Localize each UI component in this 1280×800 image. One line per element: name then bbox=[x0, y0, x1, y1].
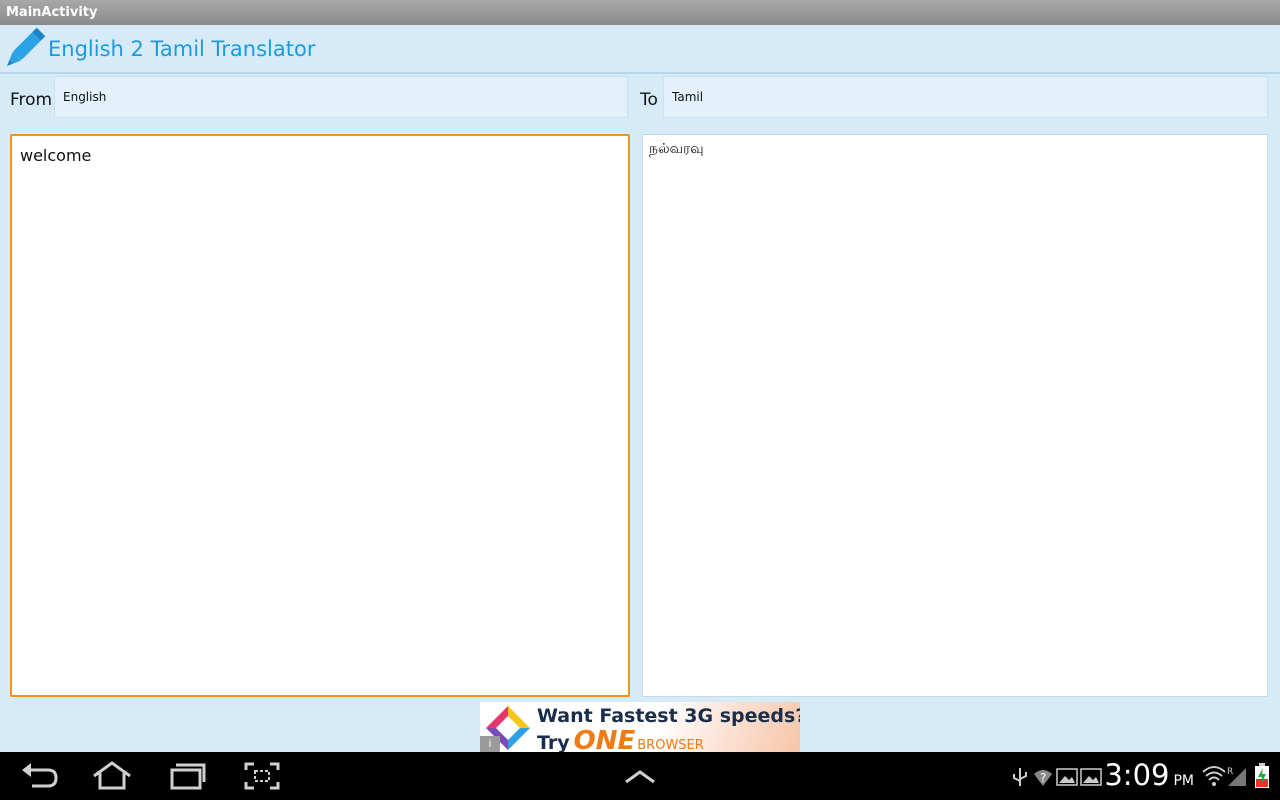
clock-ampm: PM bbox=[1173, 773, 1194, 789]
home-icon[interactable] bbox=[90, 760, 134, 792]
gallery-icon bbox=[1080, 768, 1102, 786]
source-text-input[interactable]: welcome bbox=[10, 134, 630, 697]
app-title: English 2 Tamil Translator bbox=[48, 36, 316, 61]
recent-apps-icon[interactable] bbox=[166, 760, 210, 792]
to-language-spinner[interactable]: Tamil bbox=[663, 76, 1268, 118]
window-title: MainActivity bbox=[0, 0, 1280, 25]
screenshot-icon[interactable] bbox=[240, 760, 284, 792]
ad-banner[interactable]: Want Fastest 3G speeds? Try ONE BROWSER i bbox=[480, 702, 800, 752]
cell-signal-icon: R bbox=[1227, 767, 1246, 786]
svg-text:R: R bbox=[1227, 767, 1233, 777]
wifi-unknown-icon: ? bbox=[1034, 770, 1052, 786]
gallery-icon bbox=[1056, 768, 1078, 786]
back-icon[interactable] bbox=[18, 760, 62, 792]
from-language-spinner[interactable]: English bbox=[54, 76, 628, 118]
wifi-signal-icon bbox=[1202, 766, 1226, 786]
ad-try-text: Try bbox=[537, 732, 570, 752]
ad-one-text: ONE bbox=[573, 726, 636, 752]
clock-time: 3:09 bbox=[1104, 758, 1170, 792]
svg-text:?: ? bbox=[1040, 771, 1046, 785]
ad-headline: Want Fastest 3G speeds? bbox=[537, 705, 800, 727]
system-nav-bar: ? 3:09 PM R bbox=[0, 752, 1280, 800]
pencil-icon bbox=[7, 27, 46, 66]
from-label: From bbox=[10, 90, 53, 110]
to-label: To bbox=[640, 90, 658, 110]
ad-browser-text: BROWSER bbox=[637, 738, 704, 752]
battery-icon bbox=[1255, 763, 1269, 788]
chevron-up-icon[interactable] bbox=[618, 760, 662, 792]
clock: 3:09 PM bbox=[1104, 758, 1194, 792]
ad-subline: Try ONE BROWSER bbox=[537, 726, 704, 752]
action-bar: English 2 Tamil Translator bbox=[0, 25, 1280, 74]
usb-icon bbox=[1013, 768, 1027, 786]
ad-info-icon[interactable]: i bbox=[480, 736, 500, 752]
translated-text-output[interactable]: நல்வரவு bbox=[642, 134, 1268, 697]
